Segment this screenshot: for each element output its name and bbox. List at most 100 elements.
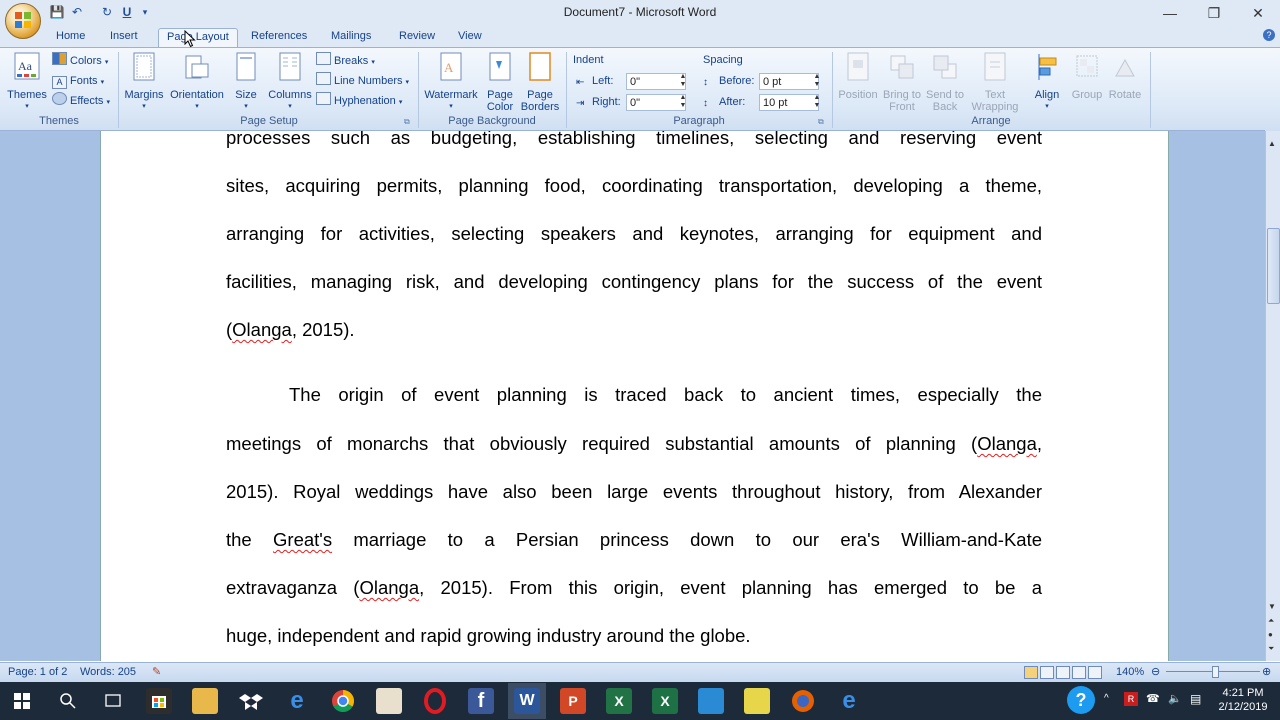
size-button[interactable]: Size ▾ bbox=[230, 52, 262, 113]
powerpoint-icon[interactable]: P bbox=[560, 688, 586, 714]
scroll-down-icon[interactable]: ▼ bbox=[1268, 602, 1276, 611]
antivirus-icon[interactable]: R bbox=[1124, 692, 1138, 706]
help-icon[interactable]: ? bbox=[1263, 29, 1275, 41]
app-icon-2[interactable] bbox=[698, 688, 724, 714]
breaks-button[interactable]: Breaks ▾ bbox=[316, 52, 375, 70]
outline-icon[interactable] bbox=[1072, 666, 1086, 679]
chevron-down-icon: ▾ bbox=[449, 103, 453, 110]
watermark-button[interactable]: A Watermark ▾ bbox=[423, 52, 479, 113]
excel-icon[interactable]: X bbox=[652, 688, 678, 714]
internet-explorer-icon[interactable]: e bbox=[284, 688, 310, 714]
opera-icon[interactable] bbox=[422, 688, 448, 714]
zoom-out-icon[interactable]: ⊖ bbox=[1151, 665, 1160, 678]
rotate-button[interactable]: Rotate bbox=[1106, 52, 1144, 101]
document-text-line: sites, acquiring permits, planning food,… bbox=[226, 175, 1042, 196]
position-button[interactable]: Position bbox=[836, 52, 880, 101]
bring-to-front-button[interactable]: Bring to Front bbox=[880, 52, 924, 113]
facebook-icon[interactable]: f bbox=[468, 688, 494, 714]
indent-left-spinner[interactable]: ▲ ▼ bbox=[678, 73, 688, 90]
zoom-slider-thumb[interactable] bbox=[1212, 666, 1219, 678]
orientation-button[interactable]: Orientation ▾ bbox=[168, 52, 226, 113]
previous-page-icon[interactable]: ⏶ bbox=[1268, 616, 1274, 626]
notifications-icon[interactable]: ▤ bbox=[1190, 692, 1201, 706]
help-question-icon[interactable]: ? bbox=[1067, 686, 1095, 714]
text-wrapping-button[interactable]: Text Wrapping bbox=[968, 52, 1022, 113]
task-view-icon[interactable] bbox=[104, 692, 122, 710]
spellcheck-mark[interactable]: Great's bbox=[273, 529, 332, 550]
line-numbers-button[interactable]: Line Numbers ▾ bbox=[316, 72, 409, 90]
edge-icon[interactable]: e bbox=[836, 688, 862, 714]
print-layout-icon[interactable] bbox=[1024, 666, 1038, 679]
draft-icon[interactable] bbox=[1088, 666, 1102, 679]
full-screen-reading-icon[interactable] bbox=[1040, 666, 1054, 679]
folder-icon[interactable] bbox=[744, 688, 770, 714]
show-hidden-icons[interactable]: ^ bbox=[1104, 693, 1109, 704]
fonts-button[interactable]: A Fonts ▾ bbox=[52, 72, 104, 90]
scrollbar-thumb[interactable] bbox=[1267, 228, 1280, 304]
word-icon[interactable]: W bbox=[514, 688, 540, 714]
margins-button[interactable]: Margins ▾ bbox=[122, 52, 166, 113]
web-layout-icon[interactable] bbox=[1056, 666, 1070, 679]
chrome-icon[interactable] bbox=[330, 688, 356, 714]
browse-object-icon[interactable]: ● bbox=[1268, 630, 1273, 639]
columns-button[interactable]: Columns ▾ bbox=[268, 52, 312, 113]
excel-icon-2[interactable]: X bbox=[606, 688, 632, 714]
tab-insert[interactable]: Insert bbox=[102, 28, 146, 47]
restore-button[interactable]: ❐ bbox=[1192, 2, 1236, 24]
colors-icon bbox=[52, 52, 67, 65]
chevron-down-icon: ▾ bbox=[398, 99, 403, 106]
dropbox-icon[interactable] bbox=[238, 688, 264, 714]
store-icon[interactable] bbox=[146, 688, 172, 714]
hyphenation-button[interactable]: Hyphenation ▾ bbox=[316, 92, 402, 110]
group-button[interactable]: Group bbox=[1068, 52, 1106, 101]
page-count[interactable]: Page: 1 of 2 bbox=[8, 666, 67, 678]
spellcheck-mark[interactable]: Olanga bbox=[232, 319, 292, 340]
indent-right-spinner[interactable]: ▲ ▼ bbox=[678, 94, 688, 111]
spacing-before-spinner[interactable]: ▲ ▼ bbox=[812, 73, 822, 90]
colors-label: Colors bbox=[70, 55, 102, 67]
network-icon[interactable]: ☎ bbox=[1146, 692, 1160, 705]
tab-review[interactable]: Review bbox=[391, 28, 443, 47]
next-page-icon[interactable]: ⏷ bbox=[1268, 644, 1274, 654]
proofing-icon[interactable]: ✎ bbox=[152, 665, 161, 678]
office-button[interactable] bbox=[5, 3, 41, 39]
dialog-launcher-icon[interactable]: ⧉ bbox=[404, 117, 410, 127]
zoom-in-icon[interactable]: ⊕ bbox=[1262, 665, 1271, 678]
zoom-level[interactable]: 140% bbox=[1116, 666, 1144, 678]
colors-button[interactable]: Colors ▾ bbox=[52, 52, 108, 70]
taskbar-clock[interactable]: 4:21 PM 2/12/2019 bbox=[1210, 686, 1276, 714]
spacing-before-input[interactable]: 0 pt bbox=[759, 73, 819, 90]
effects-button[interactable]: Effects ▾ bbox=[52, 92, 110, 110]
tab-page-layout[interactable]: Page Layout bbox=[158, 28, 238, 48]
app-icon[interactable] bbox=[376, 688, 402, 714]
send-to-back-button[interactable]: Send to Back bbox=[923, 52, 967, 113]
word-count[interactable]: Words: 205 bbox=[80, 666, 136, 678]
view-buttons[interactable] bbox=[1024, 666, 1108, 679]
themes-button[interactable]: Aa Themes ▾ bbox=[7, 52, 47, 113]
spacing-after-spinner[interactable]: ▲ ▼ bbox=[812, 94, 822, 111]
firefox-icon[interactable] bbox=[790, 688, 816, 714]
indent-right-input[interactable]: 0" bbox=[626, 94, 686, 111]
page-color-label-2: Color bbox=[486, 101, 514, 113]
dialog-launcher-icon[interactable]: ⧉ bbox=[818, 117, 824, 127]
align-button[interactable]: Align ▾ bbox=[1028, 52, 1066, 113]
vertical-scrollbar[interactable] bbox=[1265, 131, 1280, 661]
tab-home[interactable]: Home bbox=[48, 28, 93, 47]
page-color-button[interactable]: Page Color bbox=[482, 52, 518, 113]
tab-view[interactable]: View bbox=[450, 28, 490, 47]
windows-start-icon[interactable] bbox=[14, 693, 30, 709]
file-explorer-icon[interactable] bbox=[192, 688, 218, 714]
spacing-after-input[interactable]: 10 pt bbox=[759, 94, 819, 111]
minimize-button[interactable]: — bbox=[1148, 2, 1192, 24]
search-icon[interactable] bbox=[59, 692, 77, 710]
scroll-up-icon[interactable]: ▲ bbox=[1268, 139, 1276, 148]
group-label-themes: Themes bbox=[39, 115, 79, 127]
tab-mailings[interactable]: Mailings bbox=[323, 28, 379, 47]
indent-left-input[interactable]: 0" bbox=[626, 73, 686, 90]
tab-references[interactable]: References bbox=[243, 28, 315, 47]
page-borders-button[interactable]: Page Borders bbox=[520, 52, 560, 113]
volume-icon[interactable]: 🔈 bbox=[1168, 692, 1182, 705]
spellcheck-mark[interactable]: Olanga bbox=[359, 577, 419, 598]
spellcheck-mark[interactable]: Olanga bbox=[977, 433, 1037, 454]
close-button[interactable]: ✕ bbox=[1236, 2, 1280, 24]
